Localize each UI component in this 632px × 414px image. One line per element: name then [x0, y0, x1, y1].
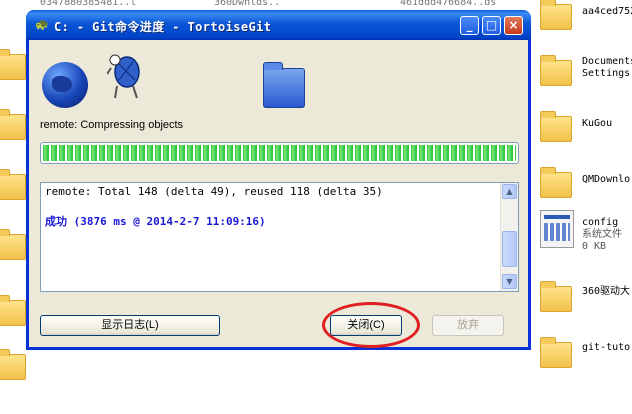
- close-window-button[interactable]: ×: [504, 16, 523, 35]
- desktop-item-type: 系统文件: [582, 229, 622, 240]
- log-line: 成功 (3876 ms @ 2014-2-7 11:09:16): [45, 215, 266, 228]
- desktop-item-label[interactable]: 360驱动大: [582, 286, 630, 298]
- abort-button: 放弃: [432, 315, 504, 336]
- folder-icon[interactable]: [0, 295, 26, 326]
- progress-fill: [43, 145, 516, 161]
- desktop-item-label[interactable]: QMDownlo: [582, 174, 630, 186]
- maximize-button[interactable]: □: [482, 16, 501, 35]
- folder-icon[interactable]: [540, 167, 572, 198]
- folder-icon[interactable]: [0, 169, 26, 200]
- folder-icon[interactable]: [540, 281, 572, 312]
- log-line: remote: Total 148 (delta 49), reused 118…: [45, 185, 383, 198]
- desktop-partial-label-3: 461ddd476684..ds: [400, 0, 497, 8]
- folder-icon[interactable]: [0, 229, 26, 260]
- window-title: C: - Git命令进度 - TortoiseGit: [54, 20, 272, 34]
- highlight-annotation: [322, 302, 420, 348]
- config-file-icon[interactable]: [540, 210, 574, 248]
- desktop-partial-label-2: 360Dwnlds..: [214, 0, 281, 8]
- tortoise-app-icon: 🐢: [35, 18, 49, 31]
- folder-icon[interactable]: [0, 49, 26, 80]
- folder-icon[interactable]: [540, 55, 572, 86]
- git-progress-dialog: 🐢 C: - Git命令进度 - TortoiseGit _ □ × remot…: [26, 10, 531, 350]
- folder-icon[interactable]: [540, 0, 572, 30]
- folder-icon[interactable]: [540, 111, 572, 142]
- status-text: remote: Compressing objects: [40, 119, 184, 131]
- title-bar[interactable]: 🐢 C: - Git命令进度 - TortoiseGit _ □ ×: [26, 10, 531, 40]
- tortoise-icon: [107, 54, 140, 99]
- log-scrollbar[interactable]: ▲ ▼: [500, 183, 518, 291]
- progress-bar: [40, 142, 519, 164]
- scroll-down-arrow-icon[interactable]: ▼: [502, 274, 517, 289]
- desktop-item-label[interactable]: config: [582, 217, 618, 229]
- minimize-button[interactable]: _: [460, 16, 479, 35]
- scroll-up-arrow-icon[interactable]: ▲: [502, 184, 517, 199]
- folder-icon[interactable]: [0, 109, 26, 140]
- folder-icon: [263, 62, 305, 108]
- desktop-item-label[interactable]: aa4ced752: [582, 6, 632, 18]
- log-output[interactable]: remote: Total 148 (delta 49), reused 118…: [40, 182, 519, 292]
- show-log-button[interactable]: 显示日志(L): [40, 315, 220, 336]
- desktop-item-size: 0 KB: [582, 241, 607, 252]
- desktop-item-label[interactable]: git-tuto: [582, 342, 630, 354]
- desktop-partial-label-1: 0347880385481..l: [40, 0, 137, 8]
- globe-icon: [42, 62, 88, 108]
- desktop-item-label[interactable]: Documents Settings: [582, 56, 632, 80]
- folder-icon[interactable]: [540, 337, 572, 368]
- desktop-item-label[interactable]: KuGou: [582, 118, 612, 130]
- folder-icon[interactable]: [0, 349, 26, 380]
- scroll-thumb[interactable]: [502, 231, 517, 267]
